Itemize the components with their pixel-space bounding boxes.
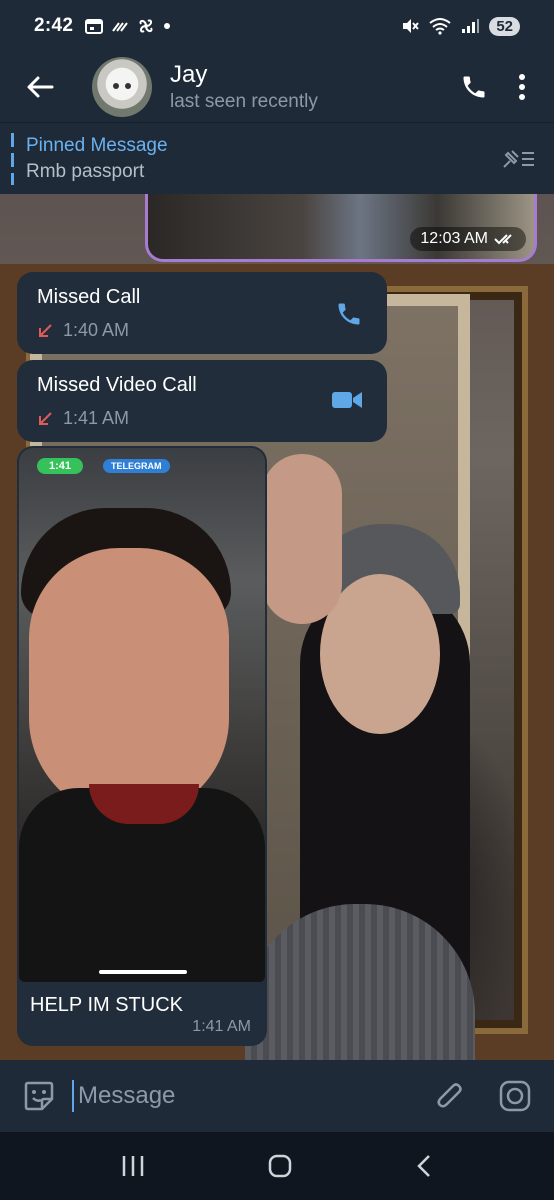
wifi-icon [429, 18, 451, 35]
paperclip-icon[interactable] [434, 1079, 466, 1113]
emoji-sticker-icon[interactable] [22, 1079, 56, 1113]
recent-apps-icon[interactable] [120, 1154, 146, 1178]
screenshot-time: 1:41 [37, 458, 84, 474]
more-vert-icon[interactable] [518, 73, 526, 101]
mute-icon [403, 19, 420, 33]
pinned-message-bar[interactable]: Pinned Message Rmb passport [0, 122, 554, 194]
message-text: HELP IM STUCK [30, 994, 183, 1016]
battery-level: 52 [489, 16, 520, 36]
system-nav-bar [0, 1132, 554, 1200]
home-icon[interactable] [267, 1153, 293, 1179]
peer-info[interactable]: Jay last seen recently [170, 61, 318, 113]
call-time: 1:41 AM [63, 408, 130, 428]
missed-arrow-icon [39, 411, 52, 425]
missed-call-message[interactable]: Missed Call 1:40 AM [17, 272, 387, 354]
chat-header: Jay last seen recently [0, 52, 554, 122]
pinned-indicator [11, 132, 14, 185]
camera-icon[interactable] [498, 1079, 532, 1113]
wifi-calling-icon [112, 22, 129, 32]
call-title: Missed Call [37, 286, 141, 308]
avatar[interactable] [92, 57, 152, 117]
back-button[interactable] [0, 52, 80, 122]
pin-list-icon[interactable] [500, 147, 536, 171]
peer-status: last seen recently [170, 91, 318, 112]
call-time: 1:40 AM [63, 320, 130, 340]
home-indicator [99, 970, 187, 974]
screenshot-badge: TELEGRAM [103, 459, 170, 473]
pinned-text: Rmb passport [26, 160, 145, 182]
message-time: 1:41 AM [192, 1018, 251, 1035]
double-check-icon [494, 234, 512, 245]
message-composer [0, 1060, 554, 1132]
phone-icon[interactable] [460, 73, 488, 101]
back-nav-icon[interactable] [414, 1153, 434, 1179]
pinned-title: Pinned Message [26, 134, 168, 156]
video-camera-icon[interactable] [331, 388, 363, 412]
dot-icon [164, 23, 171, 29]
photo-message[interactable]: 12:03 AM [145, 194, 537, 262]
status-bar: 2:42 52 [0, 0, 554, 52]
screenshot-image[interactable]: 1:41 TELEGRAM [19, 448, 265, 982]
message-input[interactable] [72, 1080, 392, 1112]
calendar-icon [85, 19, 104, 34]
peer-name: Jay [170, 61, 208, 88]
signal-icon [462, 19, 480, 33]
call-title: Missed Video Call [37, 374, 197, 396]
message-time: 12:03 AM [410, 227, 526, 251]
screenshot-message[interactable]: 1:41 TELEGRAM HELP IM STUCK 1:41 AM [17, 446, 267, 1046]
phone-call-icon[interactable] [335, 300, 363, 328]
missed-arrow-icon [39, 323, 52, 337]
fan-icon [139, 19, 153, 33]
missed-video-call-message[interactable]: Missed Video Call 1:41 AM [17, 360, 387, 442]
status-time: 2:42 [34, 15, 74, 36]
chat-area[interactable]: 12:03 AM Missed Call 1:40 AM Missed Vide… [0, 194, 554, 1060]
arrow-left-icon [27, 76, 54, 98]
